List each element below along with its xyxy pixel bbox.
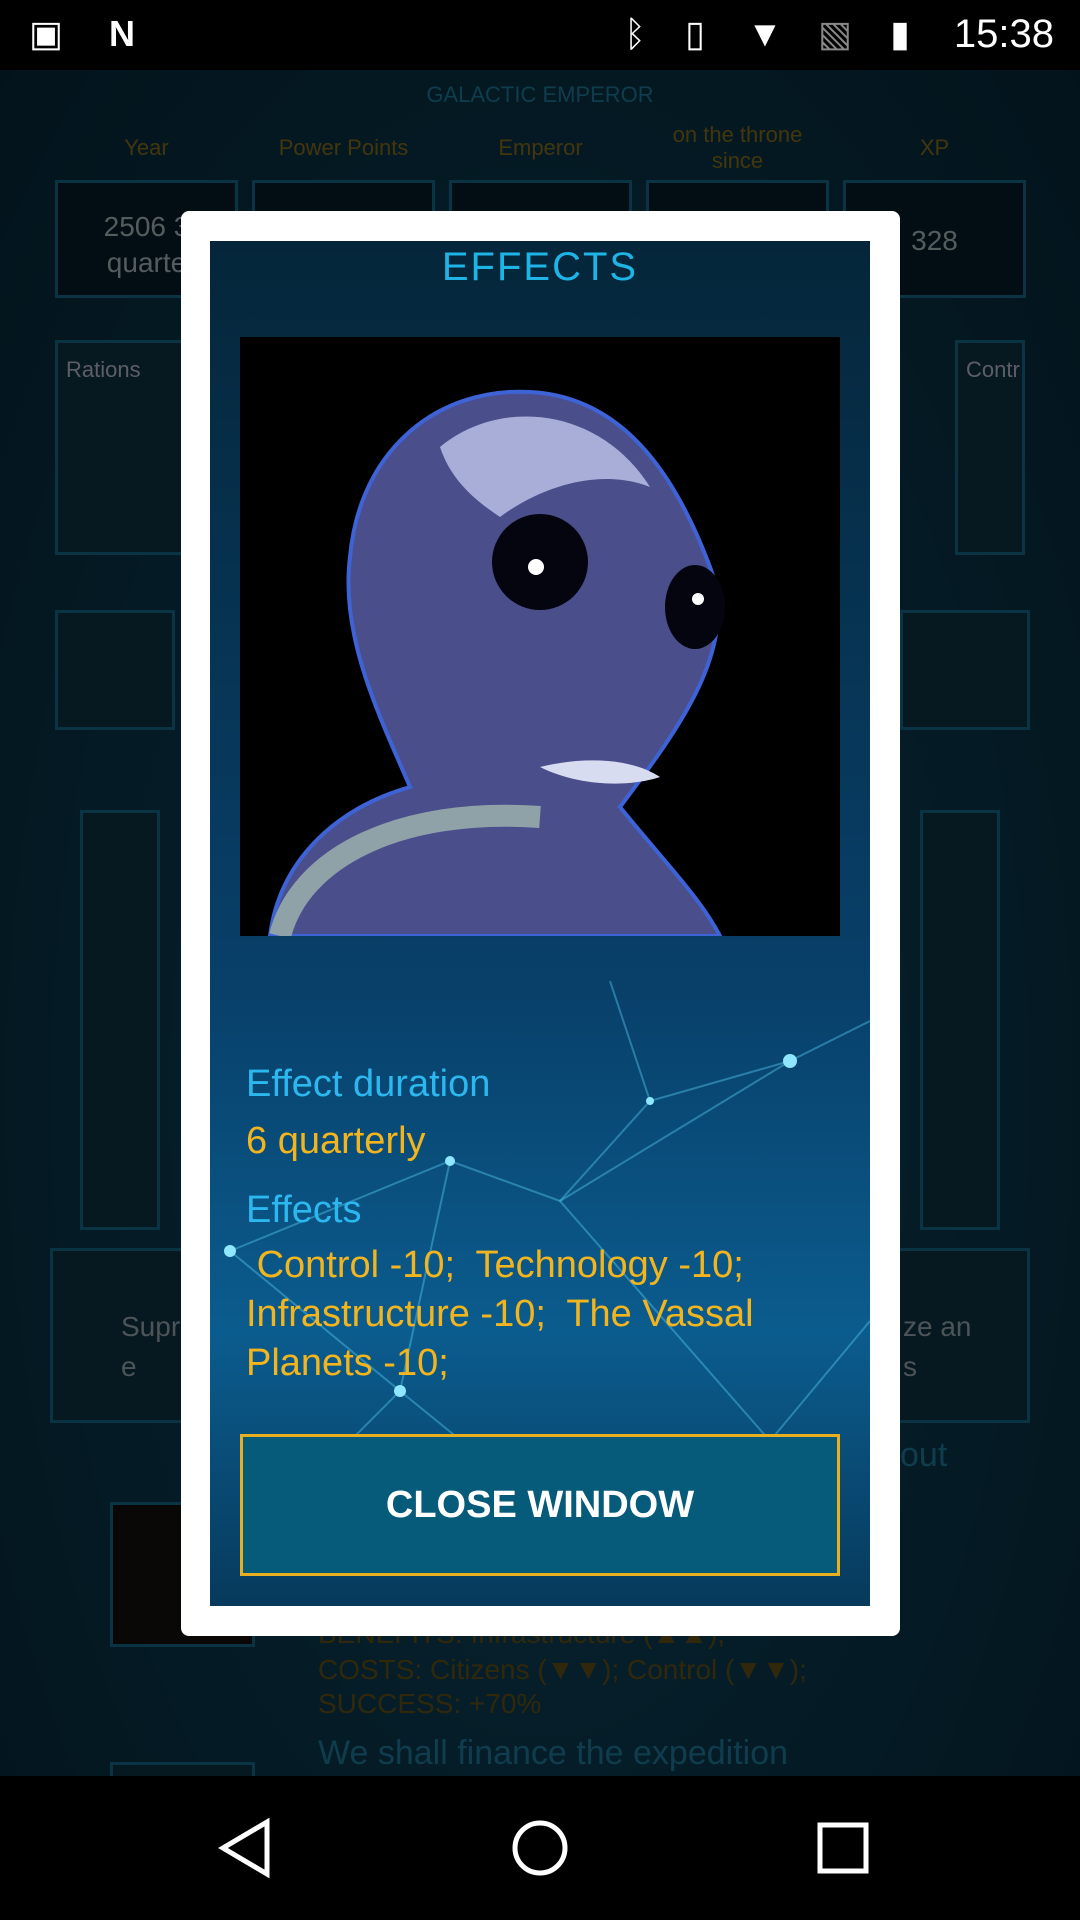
image-icon: ▣ [28,13,63,54]
wifi-icon: ▼ [747,13,783,54]
navigation-bar [0,1776,1080,1920]
bluetooth-icon: ᛒ [624,13,646,54]
alien-portrait [240,337,840,940]
n-icon: N [109,13,135,54]
effects-label: Effects [246,1189,362,1231]
home-icon[interactable] [510,1816,570,1880]
effect-duration-value: 6 quarterly [246,1120,426,1162]
effect-duration-label: Effect duration [246,1063,491,1105]
back-icon[interactable] [215,1816,275,1880]
recents-icon[interactable] [813,1816,873,1880]
close-window-button[interactable]: CLOSE WINDOW [240,1434,840,1576]
effects-value: Control -10; Technology -10; Infrastruct… [246,1244,765,1384]
vibrate-icon: ▯ [685,13,705,54]
alien-image [267,389,725,940]
effects-dialog: EFFECTS Effect duration 6 quarterly Effe… [181,211,900,1636]
clock: 15:38 [953,12,1054,56]
no-sim-icon: ▧ [817,13,852,54]
battery-charging-icon: ▮ [890,13,910,54]
dialog-title: EFFECTS [441,245,639,289]
dialog-content: EFFECTS Effect duration 6 quarterly Effe… [210,241,870,1606]
status-bar: ▣ N ᛒ ▯ ▼ ▧ ▮ 15:38 [0,0,1080,70]
